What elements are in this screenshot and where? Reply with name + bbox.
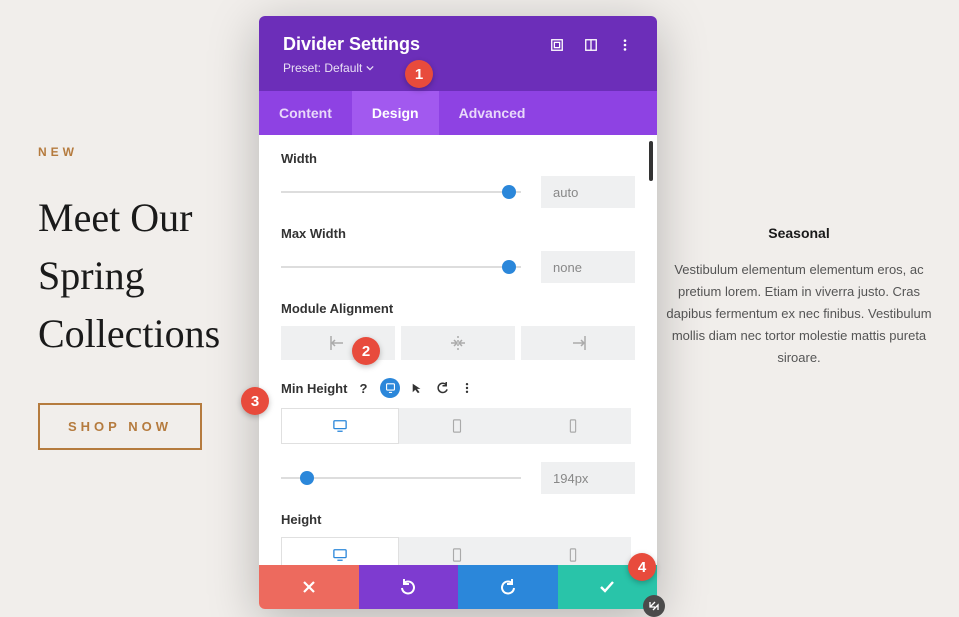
expand-icon[interactable] [549,37,565,53]
preset-label: Preset: Default [283,61,362,75]
field-max-width: Max Width [281,226,635,283]
page-hero-left: NEW Meet Our Spring Collections SHOP NOW [38,145,268,450]
width-slider-thumb[interactable] [502,185,516,199]
device-tablet-tab[interactable] [399,408,515,444]
field-height: Height [281,512,635,565]
panel-body: Width Max Width Module Alignme [259,135,657,565]
width-slider[interactable] [281,182,521,202]
min-height-input[interactable] [541,462,635,494]
panel-title: Divider Settings [283,34,420,55]
divider-settings-panel: Divider Settings Preset: Default Content… [259,16,657,609]
field-width: Width [281,151,635,208]
shop-now-button[interactable]: SHOP NOW [38,403,202,450]
undo-button[interactable] [359,565,459,609]
columns-icon[interactable] [583,37,599,53]
step-marker-3: 3 [241,387,269,415]
cancel-button[interactable] [259,565,359,609]
resize-handle[interactable] [643,595,665,617]
tab-content[interactable]: Content [259,91,352,135]
tab-design[interactable]: Design [352,91,439,135]
more-options-icon[interactable] [459,380,475,396]
field-module-alignment: Module Alignment [281,301,635,360]
panel-tabs: Content Design Advanced [259,91,657,135]
hero-heading: Meet Our Spring Collections [38,189,268,363]
page-aside: Seasonal Vestibulum elementum elementum … [659,225,939,369]
step-marker-1: 1 [405,60,433,88]
more-icon[interactable] [617,37,633,53]
height-device-desktop-tab[interactable] [281,537,399,565]
help-icon[interactable]: ? [355,380,371,396]
height-device-phone-tab[interactable] [515,537,631,565]
reset-icon[interactable] [434,380,450,396]
min-height-slider[interactable] [281,468,521,488]
tab-advanced[interactable]: Advanced [439,91,546,135]
aside-text: Vestibulum elementum elementum eros, ac … [659,259,939,369]
height-label: Height [281,512,635,527]
align-center-button[interactable] [401,326,515,360]
field-min-height: Min Height ? [281,378,635,494]
height-device-tablet-tab[interactable] [399,537,515,565]
panel-header: Divider Settings Preset: Default [259,16,657,91]
redo-button[interactable] [458,565,558,609]
module-alignment-label: Module Alignment [281,301,635,316]
max-width-slider[interactable] [281,257,521,277]
width-input[interactable] [541,176,635,208]
preset-selector[interactable]: Preset: Default [283,61,374,75]
min-height-label: Min Height [281,381,347,396]
device-phone-tab[interactable] [515,408,631,444]
max-width-label: Max Width [281,226,635,241]
panel-footer [259,565,657,609]
align-right-button[interactable] [521,326,635,360]
hover-icon[interactable] [409,380,425,396]
badge-new: NEW [38,145,268,159]
responsive-icon[interactable] [380,378,400,398]
device-desktop-tab[interactable] [281,408,399,444]
scrollbar[interactable] [649,141,653,181]
aside-title: Seasonal [659,225,939,241]
step-marker-2: 2 [352,337,380,365]
width-label: Width [281,151,635,166]
min-height-slider-thumb[interactable] [300,471,314,485]
max-width-input[interactable] [541,251,635,283]
step-marker-4: 4 [628,553,656,581]
max-width-slider-thumb[interactable] [502,260,516,274]
